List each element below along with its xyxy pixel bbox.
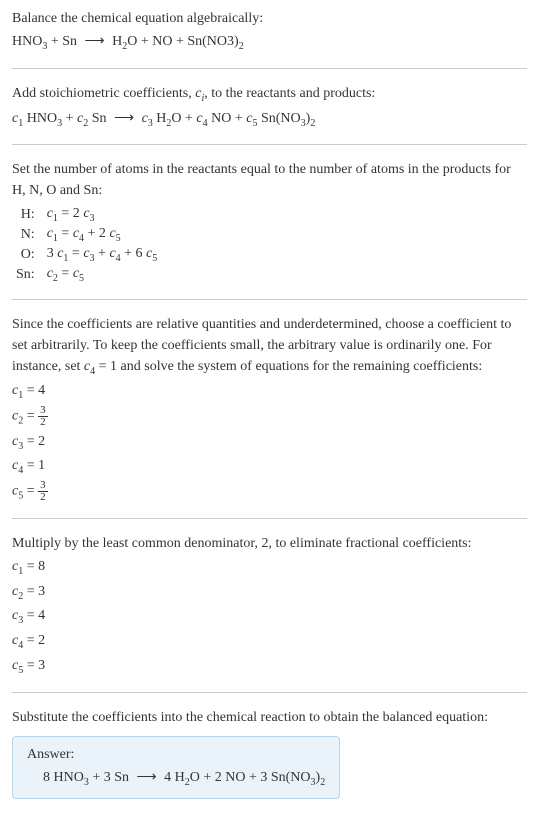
eq-part: =: [23, 484, 38, 499]
final-text: Substitute the coefficients into the che…: [12, 707, 527, 728]
intro-equation: HNO3 + Sn ⟶ H2O + NO + Sn(NO3)2: [12, 31, 527, 54]
atoms-table: H: c1 = 2 c3 N: c1 = c4 + 2 c5 O: 3 c1 =…: [12, 205, 161, 284]
divider: [12, 144, 527, 145]
text-part: , to the reactants and products:: [204, 86, 375, 101]
eq-part: Sn: [88, 111, 110, 126]
text-part: Add stoichiometric coefficients,: [12, 86, 195, 101]
eq-part: Sn(NO: [257, 111, 300, 126]
atom-eq: c1 = 2 c3: [43, 205, 162, 225]
coef-value: c2 = 32: [12, 405, 527, 429]
eq-part: +: [95, 246, 110, 261]
answer-box: Answer: 8 HNO3 + 3 Sn ⟶ 4 H2O + 2 NO + 3…: [12, 736, 340, 799]
eq-part: =: [58, 226, 73, 241]
coef-value: c5 = 32: [12, 480, 527, 504]
arrow-icon: ⟶: [114, 111, 134, 126]
eq-part: + 3 Sn: [89, 770, 133, 785]
val: = 2: [23, 434, 45, 449]
stoich-section: Add stoichiometric coefficients, ci, to …: [12, 83, 527, 131]
denominator: 2: [38, 492, 48, 503]
coef-value: c3 = 2: [12, 431, 527, 454]
final-section: Substitute the coefficients into the che…: [12, 707, 527, 799]
atom-label: O:: [12, 245, 43, 265]
table-row: O: 3 c1 = c3 + c4 + 6 c5: [12, 245, 161, 265]
coef-sub: 5: [116, 233, 121, 244]
mult-section: Multiply by the least common denominator…: [12, 533, 527, 678]
eq-part: =: [58, 266, 73, 281]
table-row: H: c1 = 2 c3: [12, 205, 161, 225]
text-part: = 1 and solve the system of equations fo…: [95, 359, 482, 374]
atom-eq: c2 = c5: [43, 265, 162, 285]
eq-part: + Sn: [47, 34, 80, 49]
val: = 1: [23, 458, 45, 473]
coef-value: c4 = 2: [12, 630, 527, 653]
eq-part: H: [153, 111, 167, 126]
val: = 3: [23, 658, 45, 673]
val: = 4: [23, 383, 45, 398]
eq-part: + 2: [84, 226, 109, 241]
eq-part: HNO: [12, 34, 42, 49]
divider: [12, 68, 527, 69]
denominator: 2: [38, 417, 48, 428]
table-row: Sn: c2 = c5: [12, 265, 161, 285]
eq-sub: 2: [310, 117, 315, 128]
stoich-text: Add stoichiometric coefficients, ci, to …: [12, 83, 527, 106]
intro-text: Balance the chemical equation algebraica…: [12, 8, 527, 29]
mult-text: Multiply by the least common denominator…: [12, 533, 527, 554]
eq-part: 4 H: [161, 770, 185, 785]
eq-part: =: [23, 409, 38, 424]
answer-label: Answer:: [27, 747, 325, 763]
eq-part: +: [62, 111, 77, 126]
stoich-equation: c1 HNO3 + c2 Sn ⟶ c3 H2O + c4 NO + c5 Sn…: [12, 108, 527, 131]
atom-label: Sn:: [12, 265, 43, 285]
coef-sub: 5: [79, 273, 84, 284]
eq-part: 8 HNO: [43, 770, 84, 785]
eq-part: + 6: [121, 246, 146, 261]
intro-section: Balance the chemical equation algebraica…: [12, 8, 527, 54]
choice-text: Since the coefficients are relative quan…: [12, 314, 527, 379]
eq-part: =: [68, 246, 83, 261]
coef-value: c4 = 1: [12, 455, 527, 478]
val: = 8: [23, 559, 45, 574]
divider: [12, 299, 527, 300]
arrow-icon: ⟶: [85, 34, 105, 49]
fraction: 32: [38, 405, 48, 428]
coef-sub: 3: [90, 213, 95, 224]
atoms-intro: Set the number of atoms in the reactants…: [12, 159, 527, 201]
table-row: N: c1 = c4 + 2 c5: [12, 225, 161, 245]
eq-part: O + NO + Sn(NO3): [127, 34, 238, 49]
fraction: 32: [38, 480, 48, 503]
eq-part: 3: [47, 246, 58, 261]
answer-equation: 8 HNO3 + 3 Sn ⟶ 4 H2O + 2 NO + 3 Sn(NO3)…: [27, 769, 325, 788]
atom-eq: 3 c1 = c3 + c4 + 6 c5: [43, 245, 162, 265]
coef-value: c1 = 4: [12, 380, 527, 403]
choice-section: Since the coefficients are relative quan…: [12, 314, 527, 504]
coef-value: c1 = 8: [12, 556, 527, 579]
eq-part: O +: [171, 111, 196, 126]
eq-part: HNO: [23, 111, 57, 126]
val: = 4: [23, 608, 45, 623]
eq-sub: 2: [320, 777, 325, 788]
coef-value: c3 = 4: [12, 605, 527, 628]
coef-value: c2 = 3: [12, 581, 527, 604]
arrow-icon: ⟶: [137, 770, 157, 785]
divider: [12, 518, 527, 519]
eq-part: NO +: [208, 111, 247, 126]
eq-part: H: [109, 34, 123, 49]
eq-sub: 2: [239, 41, 244, 52]
val: = 3: [23, 584, 45, 599]
atom-label: H:: [12, 205, 43, 225]
coef-value: c5 = 3: [12, 655, 527, 678]
divider: [12, 692, 527, 693]
atoms-section: Set the number of atoms in the reactants…: [12, 159, 527, 284]
atom-label: N:: [12, 225, 43, 245]
eq-part: O + 2 NO + 3 Sn(NO: [190, 770, 311, 785]
coef-sub: 5: [152, 253, 157, 264]
val: = 2: [23, 633, 45, 648]
atom-eq: c1 = c4 + 2 c5: [43, 225, 162, 245]
eq-part: = 2: [58, 206, 83, 221]
